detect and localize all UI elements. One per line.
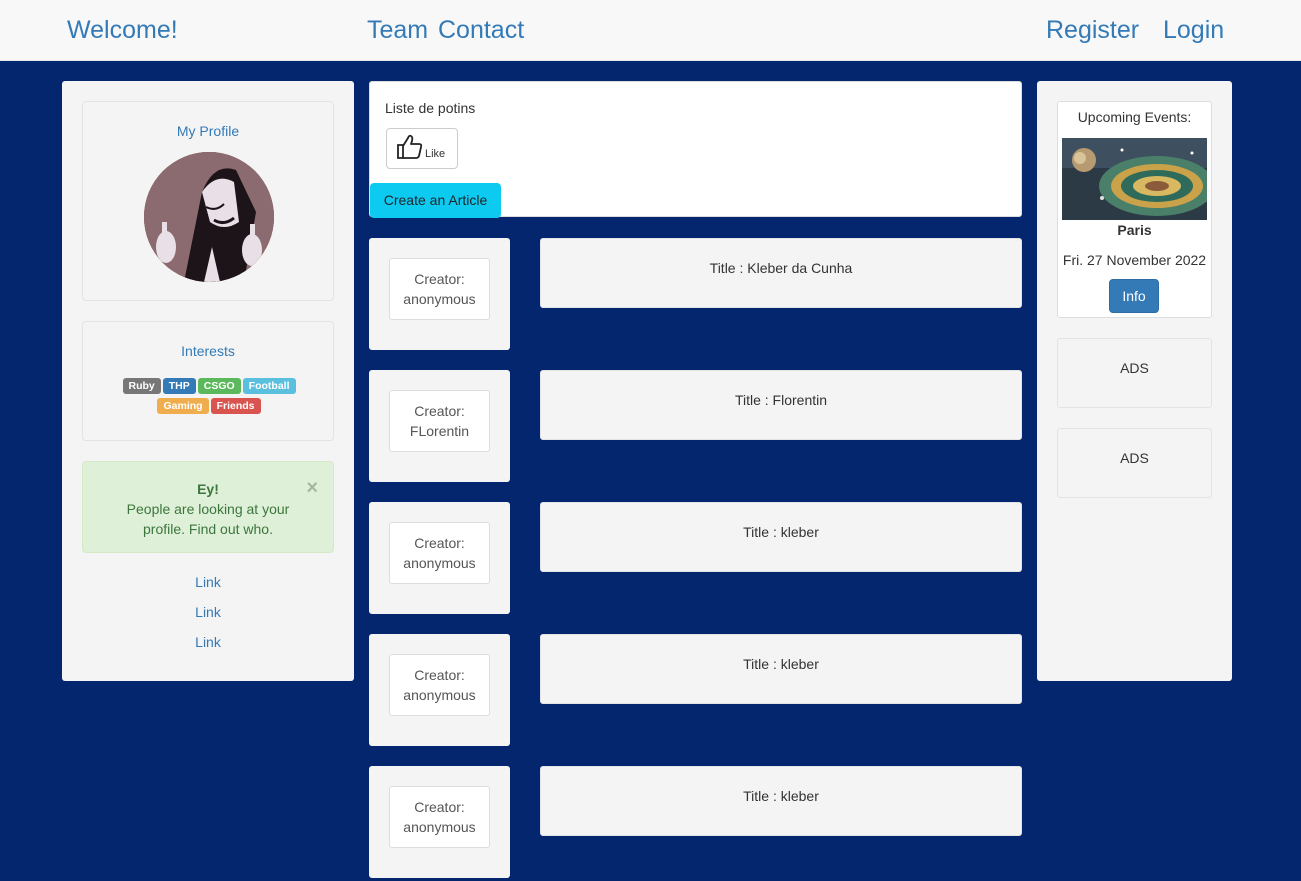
article-title-card[interactable]: Title : kleber <box>540 634 1022 704</box>
creator-box: Creator: anonymous <box>389 786 490 848</box>
badge-thp: THP <box>162 378 196 394</box>
left-sidebar: My Profile Interests Ruby THP CSGO Football… <box>62 81 354 681</box>
interests-title: Interests <box>181 343 235 359</box>
article-creator-card: Creator: anonymous <box>369 634 510 746</box>
thumbs-up-icon <box>397 134 423 159</box>
badge-football: Football <box>242 378 296 394</box>
event-date: Fri. 27 November 2022 <box>1062 252 1207 268</box>
creator-box: Creator: FLorentin <box>389 390 490 452</box>
creator-label: Creator: <box>414 799 465 815</box>
creator-label: Creator: <box>414 403 465 419</box>
sidebar-link-1[interactable]: Link <box>62 574 354 590</box>
creator-name: FLorentin <box>409 423 470 439</box>
brand-link[interactable]: Welcome! <box>67 14 178 46</box>
ads-label: ADS <box>1120 360 1149 376</box>
article-title: Title : Kleber da Cunha <box>709 260 853 276</box>
create-article-button[interactable]: Create an Article <box>370 183 501 218</box>
article-title-card[interactable]: Title : kleber <box>540 502 1022 572</box>
article-creator-card: Creator: FLorentin <box>369 370 510 482</box>
badge-gaming: Gaming <box>157 398 209 414</box>
badge-friends: Friends <box>210 398 261 414</box>
badge-ruby: Ruby <box>122 378 161 394</box>
creator-name: anonymous <box>403 687 476 703</box>
article-title-card[interactable]: Title : kleber <box>540 766 1022 836</box>
interests-card: Interests Ruby THP CSGO Football Gaming Frie… <box>82 321 334 441</box>
navbar: Welcome! Team Contact Register Login <box>0 0 1301 61</box>
creator-name: anonymous <box>403 819 476 835</box>
interest-badges: Ruby THP CSGO Football Gaming Friends <box>93 374 325 414</box>
alert-message-line1: People are looking at your <box>126 501 290 517</box>
ads-box[interactable]: ADS <box>1057 338 1212 408</box>
avatar <box>144 152 274 282</box>
creator-box: Creator: anonymous <box>389 654 490 716</box>
article-creator-card: Creator: anonymous <box>369 238 510 350</box>
nav-contact-link[interactable]: Contact <box>438 14 524 46</box>
potins-title: Liste de potins <box>385 100 476 116</box>
events-title: Upcoming Events: <box>1077 109 1192 125</box>
event-image <box>1062 138 1207 220</box>
info-button[interactable]: Info <box>1109 279 1159 313</box>
potins-panel: Liste de potins Like Create an Article <box>369 81 1022 218</box>
sidebar-link-2[interactable]: Link <box>62 604 354 620</box>
nav-login-link[interactable]: Login <box>1163 14 1224 46</box>
creator-label: Creator: <box>414 667 465 683</box>
event-illustration <box>1062 138 1207 220</box>
article-title: Title : Florentin <box>734 392 828 408</box>
article-title-card[interactable]: Title : Florentin <box>540 370 1022 440</box>
alert-message-line2: profile. Find out who. <box>143 521 273 537</box>
avatar-image <box>144 152 274 282</box>
profile-card: My Profile <box>82 101 334 301</box>
creator-box: Creator: anonymous <box>389 258 490 320</box>
upcoming-events-card: Upcoming Events: Paris Fri. 27 November … <box>1057 101 1212 318</box>
article-creator-card: Creator: anonymous <box>369 766 510 878</box>
article-creator-card: Creator: anonymous <box>369 502 510 614</box>
creator-label: Creator: <box>414 535 465 551</box>
like-label: Like <box>425 148 446 160</box>
close-icon[interactable]: × <box>306 478 318 498</box>
article-title: Title : kleber <box>743 524 819 540</box>
profile-views-alert: Ey! People are looking at your profile. … <box>82 461 334 553</box>
creator-label: Creator: <box>414 271 465 287</box>
my-profile-link[interactable]: My Profile <box>83 123 333 139</box>
article-title: Title : kleber <box>743 788 819 804</box>
ads-label: ADS <box>1120 450 1149 466</box>
event-city: Paris <box>1117 222 1152 238</box>
article-title: Title : kleber <box>743 656 819 672</box>
creator-name: anonymous <box>403 555 476 571</box>
right-sidebar: Upcoming Events: Paris Fri. 27 November … <box>1037 81 1232 681</box>
nav-team-link[interactable]: Team <box>367 14 428 46</box>
ads-box[interactable]: ADS <box>1057 428 1212 498</box>
nav-register-link[interactable]: Register <box>1046 14 1139 46</box>
creator-name: anonymous <box>403 291 476 307</box>
badge-csgo: CSGO <box>197 378 241 394</box>
sidebar-link-3[interactable]: Link <box>62 634 354 650</box>
article-title-card[interactable]: Title : Kleber da Cunha <box>540 238 1022 308</box>
like-button[interactable]: Like <box>386 128 458 169</box>
alert-title: Ey! <box>197 481 219 497</box>
creator-box: Creator: anonymous <box>389 522 490 584</box>
